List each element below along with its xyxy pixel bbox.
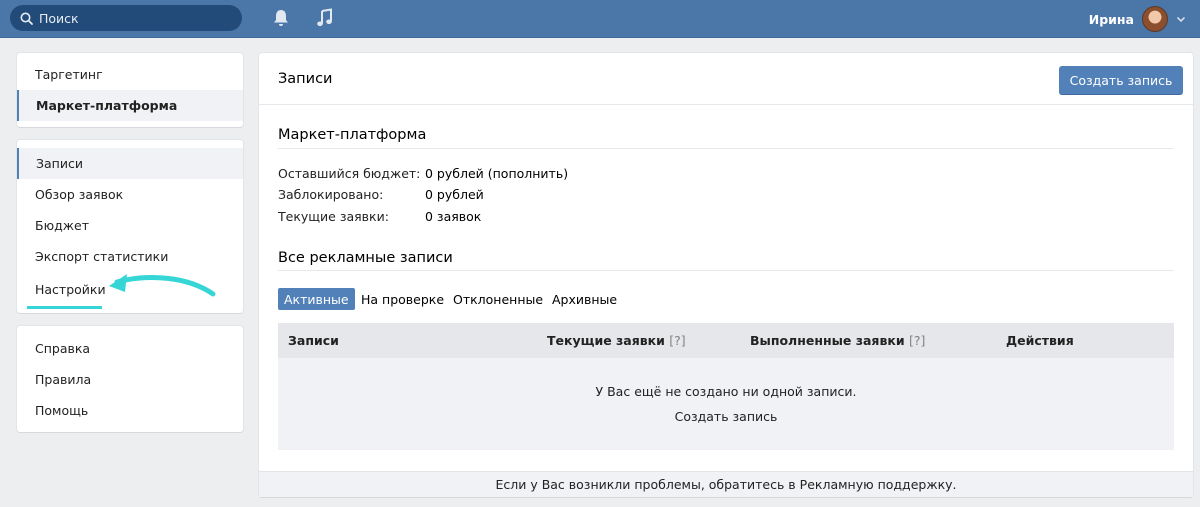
ads-section-divider bbox=[278, 270, 1174, 271]
tab-archived[interactable]: Архивные bbox=[546, 288, 623, 310]
tab-active[interactable]: Активные bbox=[278, 288, 355, 310]
blocked-value: 0 рублей bbox=[425, 187, 484, 202]
create-post-button[interactable]: Создать запись bbox=[1059, 66, 1183, 94]
help-hint[interactable]: [?] bbox=[909, 333, 925, 348]
column-header-completed-requests[interactable]: Выполненные заявки [?] bbox=[750, 333, 925, 348]
sidebar-item-budget[interactable]: Бюджет bbox=[17, 210, 243, 241]
remaining-budget-value[interactable]: 0 рублей (пополнить) bbox=[425, 166, 568, 181]
current-requests-label: Текущие заявки: bbox=[278, 209, 389, 224]
sidebar-group-market: Записи Обзор заявок Бюджет Экспорт стати… bbox=[17, 140, 243, 313]
avatar bbox=[1142, 6, 1168, 32]
sidebar-item-help[interactable]: Справка bbox=[17, 333, 243, 364]
sidebar-item-assistance[interactable]: Помощь bbox=[17, 395, 243, 426]
sidebar-item-requests-overview[interactable]: Обзор заявок bbox=[17, 179, 243, 210]
tab-on-review[interactable]: На проверке bbox=[355, 288, 450, 310]
ads-section-title: Все рекламные записи bbox=[278, 250, 453, 266]
search-icon bbox=[20, 12, 33, 25]
user-menu[interactable]: Ирина bbox=[1089, 3, 1186, 35]
sidebar-item-posts[interactable]: Записи bbox=[17, 148, 243, 179]
table-header: Записи Текущие заявки [?] Выполненные за… bbox=[278, 323, 1174, 358]
support-footer: Если у Вас возникли проблемы, обратитесь… bbox=[259, 471, 1193, 497]
chevron-down-icon bbox=[1176, 16, 1186, 23]
sidebar-item-settings[interactable]: Настройки bbox=[17, 274, 243, 305]
sidebar-item-rules[interactable]: Правила bbox=[17, 364, 243, 395]
tab-rejected[interactable]: Отклоненные bbox=[447, 288, 549, 310]
column-label: Текущие заявки bbox=[547, 333, 665, 348]
column-label: Действия bbox=[1006, 333, 1074, 348]
column-label: Записи bbox=[288, 333, 339, 348]
market-section-title: Маркет-платформа bbox=[278, 127, 427, 143]
music-icon[interactable] bbox=[315, 8, 335, 28]
current-requests-value: 0 заявок bbox=[425, 209, 482, 224]
create-post-link[interactable]: Создать запись bbox=[278, 409, 1174, 424]
header-divider bbox=[259, 104, 1193, 105]
sidebar-item-targeting[interactable]: Таргетинг bbox=[17, 59, 243, 90]
sidebar-group-ads: Таргетинг Маркет-платформа bbox=[17, 53, 243, 127]
section-divider bbox=[278, 148, 1174, 149]
user-name: Ирина bbox=[1088, 11, 1134, 27]
column-header-actions: Действия bbox=[1006, 333, 1074, 348]
column-header-posts[interactable]: Записи bbox=[288, 333, 339, 348]
top-header: Ирина bbox=[0, 0, 1200, 38]
empty-message: У Вас ещё не создано ни одной записи. bbox=[595, 384, 857, 399]
ad-support-link[interactable]: Рекламную поддержку. bbox=[800, 477, 957, 492]
footer-text: Если у Вас возникли проблемы, обратитесь… bbox=[495, 477, 796, 492]
search-box[interactable] bbox=[10, 5, 242, 31]
search-input[interactable] bbox=[39, 10, 229, 26]
column-header-current-requests[interactable]: Текущие заявки [?] bbox=[547, 333, 686, 348]
help-hint[interactable]: [?] bbox=[669, 333, 685, 348]
sidebar-item-export-stats[interactable]: Экспорт статистики bbox=[17, 241, 243, 272]
sidebar-group-help: Справка Правила Помощь bbox=[17, 326, 243, 432]
remaining-budget-label: Оставшийся бюджет: bbox=[278, 166, 421, 181]
page-title: Записи bbox=[278, 71, 333, 87]
sidebar-item-market-platform[interactable]: Маркет-платформа bbox=[17, 90, 243, 121]
bell-icon[interactable] bbox=[271, 8, 291, 28]
blocked-label: Заблокировано: bbox=[278, 187, 384, 202]
column-label: Выполненные заявки bbox=[750, 333, 905, 348]
table-empty-state: У Вас ещё не создано ни одной записи. Со… bbox=[278, 358, 1174, 450]
